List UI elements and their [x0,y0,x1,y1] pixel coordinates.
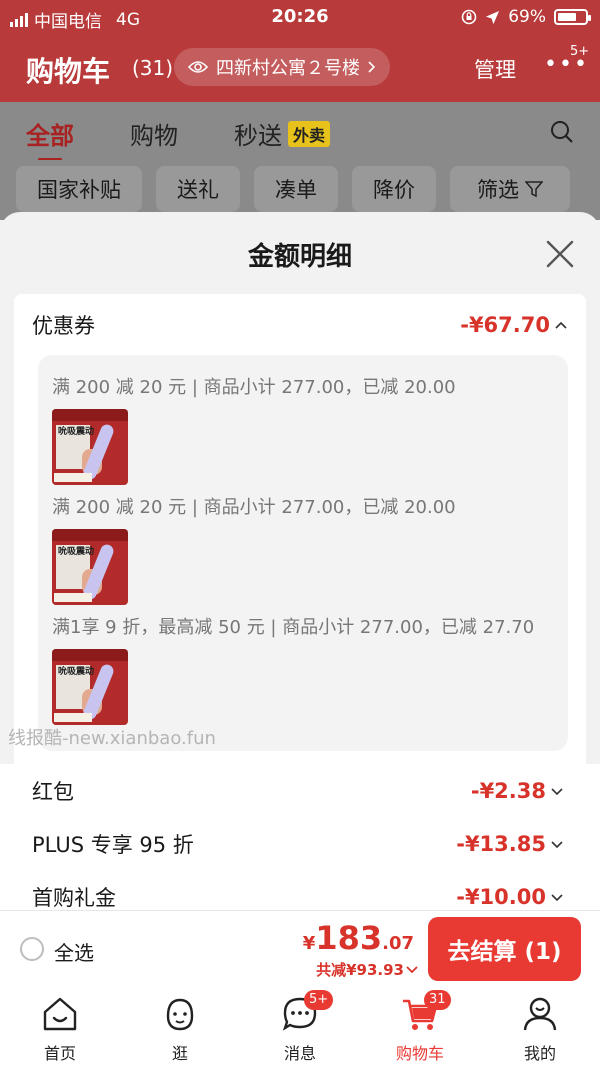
battery-icon [554,9,591,25]
tabbar-messages-label: 消息 [283,1044,316,1063]
coupon-detail-list: 满 200 减 20 元 | 商品小计 277.00，已减 20.00 吮吸震动… [38,355,568,751]
funnel-icon [525,181,543,198]
tabbar-cart-label: 购物车 [395,1044,444,1063]
tabbar-messages[interactable]: 5+ 消息 [250,988,350,1067]
chevron-down-icon [406,965,418,973]
bottom-tab-bar: 首页 逛 5+ 消息 31 购物车 我的 [0,988,600,1067]
coupon-label: 优惠券 [32,314,95,338]
cart-count: (31) [132,56,174,80]
sheet-title: 金额明细 [247,242,352,272]
coupon-rule-3: 满1享 9 折，最高减 50 元 | 商品小计 277.00，已减 27.70 [52,617,535,638]
location-arrow-icon [486,10,500,24]
coupon-rule-2: 满 200 减 20 元 | 商品小计 277.00，已减 20.00 [52,497,456,518]
tab-express[interactable]: 秒送 外卖 [234,116,331,151]
red-packet-label: 红包 [32,780,74,804]
more-badge: 5+ [570,44,590,59]
thumb-text: 吮吸震动 [58,427,95,437]
saved-amount: 共减¥93.93 [316,961,404,979]
tabbar-profile[interactable]: 我的 [490,988,590,1067]
tabbar-browse-label: 逛 [171,1044,188,1063]
home-icon [43,997,77,1031]
first-purchase-amount: -¥10.00 [456,885,546,909]
checkout-bar: 全选 ¥183.07 共减¥93.93 去结算 (1) [0,910,600,988]
tabbar-home[interactable]: 首页 [10,988,110,1067]
address-label: 四新村公寓２号楼 [216,58,360,79]
thumb-text: 吮吸震动 [58,667,95,677]
cart-header: 购物车 (31) 四新村公寓２号楼 管理 ••• 5+ [0,34,600,102]
close-icon[interactable] [544,238,576,270]
profile-icon [523,997,557,1031]
tabbar-cart[interactable]: 31 购物车 [370,988,470,1067]
tab-all[interactable]: 全部 [26,116,74,161]
coupon-row[interactable]: 优惠券 -¥67.70 [32,310,568,340]
plus-discount-label: PLUS 专享 95 折 [32,833,194,857]
messages-badge: 5+ [304,990,334,1010]
filter-subsidy-label: 国家补贴 [37,178,121,202]
filter-bundle[interactable]: 凑单 [254,166,338,212]
tabbar-profile-label: 我的 [523,1044,556,1063]
product-thumbnail[interactable]: 吮吸震动 [52,409,128,485]
price-integer: 183 [315,919,383,957]
chevron-down-icon [551,894,563,902]
tab-all-label: 全部 [26,122,74,150]
orientation-lock-icon [461,9,477,25]
select-all-label[interactable]: 全选 [54,937,94,966]
chevron-down-icon [551,841,563,849]
tab-shopping-label: 购物 [130,122,178,150]
cart-tabs: 全部 购物 秒送 外卖 [0,102,600,161]
search-icon[interactable] [550,120,574,144]
red-packet-row[interactable]: 红包 -¥2.38 [0,764,600,818]
currency-symbol: ¥ [302,933,316,954]
total-saved[interactable]: 共减¥93.93 [316,959,418,980]
chevron-right-icon [368,61,376,73]
product-thumbnail[interactable]: 吮吸震动 [52,529,128,605]
filter-bundle-label: 凑单 [275,178,317,202]
tab-express-label: 秒送 [234,122,282,150]
price-decimal: .07 [382,933,414,954]
eye-icon [188,61,208,73]
total-price: ¥183.07 [303,919,414,957]
red-packet-amount: -¥2.38 [470,779,546,803]
page-title: 购物车 [26,55,111,88]
takeout-tag: 外卖 [288,121,331,147]
select-all-checkbox[interactable] [20,937,44,961]
cart-badge: 31 [424,990,451,1010]
filter-subsidy[interactable]: 国家补贴 [16,166,142,212]
filter-price-drop[interactable]: 降价 [352,166,436,212]
chevron-up-icon [555,321,567,329]
filter-button-label: 筛选 [477,178,519,202]
browse-face-icon [166,998,194,1031]
product-thumbnail[interactable]: 吮吸震动 [52,649,128,725]
filter-gift[interactable]: 送礼 [156,166,240,212]
watermark: 线报酷-new.xianbao.fun [8,728,216,749]
manage-button[interactable]: 管理 [474,54,516,84]
tabbar-browse[interactable]: 逛 [130,988,230,1067]
chevron-down-icon [551,788,563,796]
filter-gift-label: 送礼 [177,178,219,202]
address-selector[interactable]: 四新村公寓２号楼 [174,48,390,86]
plus-discount-row[interactable]: PLUS 专享 95 折 -¥13.85 [0,817,600,871]
first-purchase-label: 首购礼金 [32,886,116,910]
plus-discount-amount: -¥13.85 [456,832,546,856]
checkout-button[interactable]: 去结算 (1) [428,917,581,981]
filter-button[interactable]: 筛选 [450,166,570,212]
filter-price-drop-label: 降价 [373,178,415,202]
battery-percent: 69% [508,7,546,27]
filter-bar: 国家补贴 送礼 凑单 降价 筛选 [0,160,600,220]
tab-shopping[interactable]: 购物 [130,116,178,151]
coupon-rule-1: 满 200 减 20 元 | 商品小计 277.00，已减 20.00 [52,377,456,398]
coupon-amount: -¥67.70 [460,313,550,337]
tabbar-home-label: 首页 [43,1044,76,1063]
status-bar: 中国电信 4G 20:26 69% [0,0,600,34]
thumb-text: 吮吸震动 [58,547,95,557]
